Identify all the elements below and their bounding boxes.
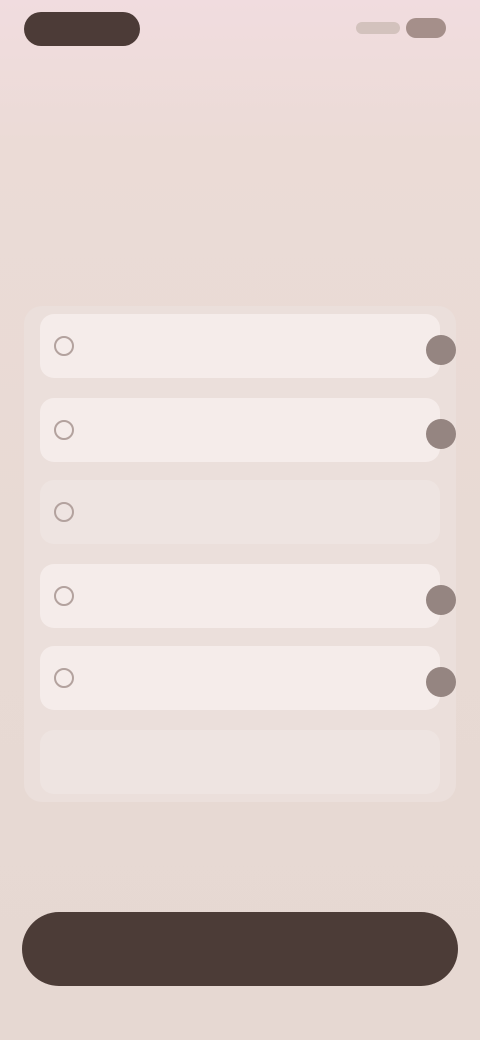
option-2-selected-icon [426, 419, 456, 449]
battery-icon [406, 18, 446, 38]
option-5-circle-icon [54, 668, 74, 688]
option-row-6[interactable] [40, 730, 440, 794]
option-row-5[interactable] [40, 646, 456, 710]
option-row-3[interactable] [40, 480, 440, 544]
option-row-2[interactable] [40, 398, 456, 462]
status-bar [0, 0, 480, 60]
continue-button[interactable] [22, 912, 458, 986]
option-row-4[interactable] [40, 564, 456, 628]
option-1-selected-icon [426, 335, 456, 365]
option-2-circle-icon [54, 420, 74, 440]
signal-icon [356, 22, 400, 34]
option-3-circle-icon [54, 502, 74, 522]
back-button[interactable] [24, 12, 140, 46]
option-1-circle-icon [54, 336, 74, 356]
option-5-selected-icon [426, 667, 456, 697]
option-4-selected-icon [426, 585, 456, 615]
options-card [24, 306, 456, 802]
option-row-1[interactable] [40, 314, 456, 378]
option-4-circle-icon [54, 586, 74, 606]
